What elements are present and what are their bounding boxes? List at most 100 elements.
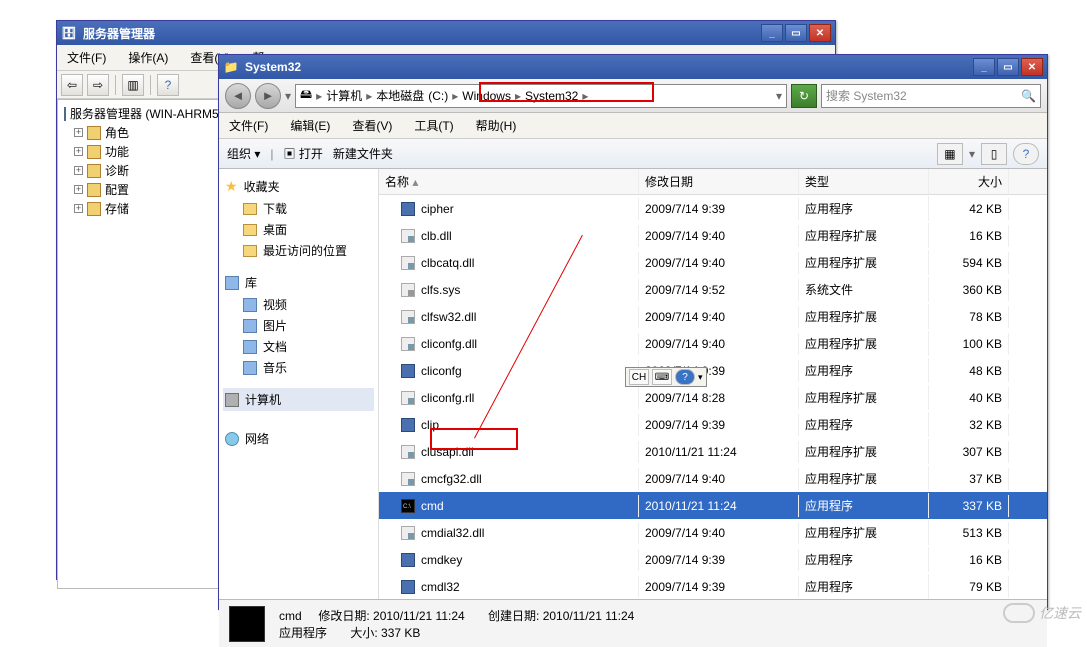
view-mode-button[interactable]: ▦ bbox=[937, 143, 963, 165]
file-date: 2010/11/21 11:24 bbox=[639, 495, 799, 517]
col-name[interactable]: 名称 ▴ bbox=[379, 169, 639, 194]
explorer-menubar: 文件(F) 编辑(E) 查看(V) 工具(T) 帮助(H) bbox=[219, 113, 1047, 139]
nav-music[interactable]: 音乐 bbox=[223, 357, 374, 378]
ime-help[interactable]: ? bbox=[675, 369, 695, 385]
file-size: 37 KB bbox=[929, 468, 1009, 490]
view-drop-icon[interactable]: ▾ bbox=[969, 147, 975, 161]
maximize-button[interactable]: ▭ bbox=[785, 24, 807, 42]
nav-recent[interactable]: 最近访问的位置 bbox=[223, 240, 374, 261]
nav-videos[interactable]: 视频 bbox=[223, 294, 374, 315]
file-list[interactable]: 名称 ▴ 修改日期 类型 大小 cipher2009/7/14 9:39应用程序… bbox=[379, 169, 1047, 599]
tree-node-features[interactable]: +功能 bbox=[62, 142, 240, 161]
file-name: cliconfg bbox=[421, 364, 462, 378]
open-button[interactable]: ▣ 打开 bbox=[283, 145, 322, 162]
tree-node-roles[interactable]: +角色 bbox=[62, 123, 240, 142]
help-button[interactable]: ? bbox=[157, 74, 179, 96]
breadcrumb-windows[interactable]: Windows bbox=[462, 89, 511, 103]
tree-root[interactable]: 服务器管理器 (WIN-AHRM50C7A0 bbox=[62, 104, 240, 123]
search-icon[interactable]: 🔍 bbox=[1021, 89, 1036, 103]
server-mgr-tree[interactable]: 服务器管理器 (WIN-AHRM50C7A0 +角色 +功能 +诊断 +配置 +… bbox=[57, 99, 245, 589]
breadcrumb-drive-letter[interactable]: (C:) bbox=[428, 89, 448, 103]
minimize-button[interactable]: _ bbox=[973, 58, 995, 76]
file-row[interactable]: clfsw32.dll2009/7/14 9:40应用程序扩展78 KB bbox=[379, 303, 1047, 330]
new-folder-button[interactable]: 新建文件夹 bbox=[333, 145, 393, 162]
file-row[interactable]: cmdkey2009/7/14 9:39应用程序16 KB bbox=[379, 546, 1047, 573]
ime-drop-icon[interactable]: ▾ bbox=[698, 372, 703, 383]
file-type: 应用程序扩展 bbox=[799, 439, 929, 464]
file-size: 100 KB bbox=[929, 333, 1009, 355]
preview-pane-button[interactable]: ▯ bbox=[981, 143, 1007, 165]
ime-bar[interactable]: CH ⌨ ? ▾ bbox=[625, 367, 707, 387]
nav-pictures[interactable]: 图片 bbox=[223, 315, 374, 336]
doc-icon bbox=[243, 340, 257, 354]
file-row[interactable]: cliconfg.dll2009/7/14 9:40应用程序扩展100 KB bbox=[379, 330, 1047, 357]
file-row[interactable]: cmcfg32.dll2009/7/14 9:40应用程序扩展37 KB bbox=[379, 465, 1047, 492]
addr-dropdown-icon[interactable]: ▾ bbox=[776, 89, 782, 103]
file-row[interactable]: cipher2009/7/14 9:39应用程序42 KB bbox=[379, 195, 1047, 222]
address-bar[interactable]: 🖴 ▸ 计算机 ▸ 本地磁盘 (C:) ▸ Windows ▸ System32… bbox=[295, 84, 787, 108]
ime-lang[interactable]: CH bbox=[629, 369, 649, 385]
file-row[interactable]: clbcatq.dll2009/7/14 9:40应用程序扩展594 KB bbox=[379, 249, 1047, 276]
file-size: 40 KB bbox=[929, 387, 1009, 409]
nav-history-drop[interactable]: ▾ bbox=[285, 89, 291, 103]
menu-view[interactable]: 查看(V) bbox=[346, 115, 398, 136]
minimize-button[interactable]: _ bbox=[761, 24, 783, 42]
expand-icon[interactable]: + bbox=[74, 147, 83, 156]
server-mgr-titlebar[interactable]: 🗄 服务器管理器 _ ▭ ✕ bbox=[57, 21, 835, 45]
file-row[interactable]: clip2009/7/14 9:39应用程序32 KB bbox=[379, 411, 1047, 438]
file-row[interactable]: clfs.sys2009/7/14 9:52系统文件360 KB bbox=[379, 276, 1047, 303]
nav-network[interactable]: 网络 bbox=[223, 427, 374, 450]
status-file-icon bbox=[229, 606, 265, 642]
file-size: 16 KB bbox=[929, 549, 1009, 571]
expand-icon[interactable]: + bbox=[74, 204, 83, 213]
columns-button[interactable]: ▥ bbox=[122, 74, 144, 96]
file-row[interactable]: cliconfg2009/7/14 9:39应用程序48 KB bbox=[379, 357, 1047, 384]
organize-button[interactable]: 组织 ▾ bbox=[227, 145, 260, 162]
close-button[interactable]: ✕ bbox=[1021, 58, 1043, 76]
col-size[interactable]: 大小 bbox=[929, 169, 1009, 194]
nav-libraries[interactable]: 库 bbox=[223, 271, 374, 294]
file-icon bbox=[401, 526, 415, 540]
nav-downloads[interactable]: 下载 bbox=[223, 198, 374, 219]
nav-back-button[interactable]: ◄ bbox=[225, 83, 251, 109]
menu-action[interactable]: 操作(A) bbox=[122, 47, 174, 68]
maximize-button[interactable]: ▭ bbox=[997, 58, 1019, 76]
tree-node-diag[interactable]: +诊断 bbox=[62, 161, 240, 180]
file-row[interactable]: cmd2010/11/21 11:24应用程序337 KB bbox=[379, 492, 1047, 519]
file-row[interactable]: clusapi.dll2010/11/21 11:24应用程序扩展307 KB bbox=[379, 438, 1047, 465]
menu-help[interactable]: 帮助(H) bbox=[470, 115, 523, 136]
close-button[interactable]: ✕ bbox=[809, 24, 831, 42]
breadcrumb-computer[interactable]: 计算机 bbox=[326, 87, 362, 104]
fwd-button[interactable]: ⇨ bbox=[87, 74, 109, 96]
menu-tools[interactable]: 工具(T) bbox=[408, 115, 459, 136]
breadcrumb-drive[interactable]: 本地磁盘 bbox=[376, 87, 424, 104]
nav-documents[interactable]: 文档 bbox=[223, 336, 374, 357]
expand-icon[interactable]: + bbox=[74, 185, 83, 194]
file-row[interactable]: cliconfg.rll2009/7/14 8:28应用程序扩展40 KB bbox=[379, 384, 1047, 411]
col-type[interactable]: 类型 bbox=[799, 169, 929, 194]
back-button[interactable]: ⇦ bbox=[61, 74, 83, 96]
nav-desktop[interactable]: 桌面 bbox=[223, 219, 374, 240]
folder-icon bbox=[87, 164, 101, 178]
file-row[interactable]: cmdial32.dll2009/7/14 9:40应用程序扩展513 KB bbox=[379, 519, 1047, 546]
tree-node-storage[interactable]: +存储 bbox=[62, 199, 240, 218]
explorer-titlebar[interactable]: 📁 System32 _ ▭ ✕ bbox=[219, 55, 1047, 79]
nav-favorites[interactable]: ★收藏夹 bbox=[223, 175, 374, 198]
col-date[interactable]: 修改日期 bbox=[639, 169, 799, 194]
expand-icon[interactable]: + bbox=[74, 128, 83, 137]
nav-fwd-button[interactable]: ► bbox=[255, 83, 281, 109]
refresh-button[interactable]: ↻ bbox=[791, 84, 817, 108]
file-row[interactable]: cmdl322009/7/14 9:39应用程序79 KB bbox=[379, 573, 1047, 599]
ime-kbd-icon[interactable]: ⌨ bbox=[652, 369, 672, 385]
help-button[interactable]: ? bbox=[1013, 143, 1039, 165]
nav-pane[interactable]: ★收藏夹 下载 桌面 最近访问的位置 库 视频 图片 文档 音乐 计算机 网络 bbox=[219, 169, 379, 599]
menu-file[interactable]: 文件(F) bbox=[61, 47, 112, 68]
menu-file[interactable]: 文件(F) bbox=[223, 115, 274, 136]
search-input[interactable]: 搜索 System32 🔍 bbox=[821, 84, 1041, 108]
menu-edit[interactable]: 编辑(E) bbox=[284, 115, 336, 136]
file-row[interactable]: clb.dll2009/7/14 9:40应用程序扩展16 KB bbox=[379, 222, 1047, 249]
expand-icon[interactable]: + bbox=[74, 166, 83, 175]
tree-node-config[interactable]: +配置 bbox=[62, 180, 240, 199]
nav-computer[interactable]: 计算机 bbox=[223, 388, 374, 411]
breadcrumb-system32[interactable]: System32 bbox=[525, 89, 578, 103]
